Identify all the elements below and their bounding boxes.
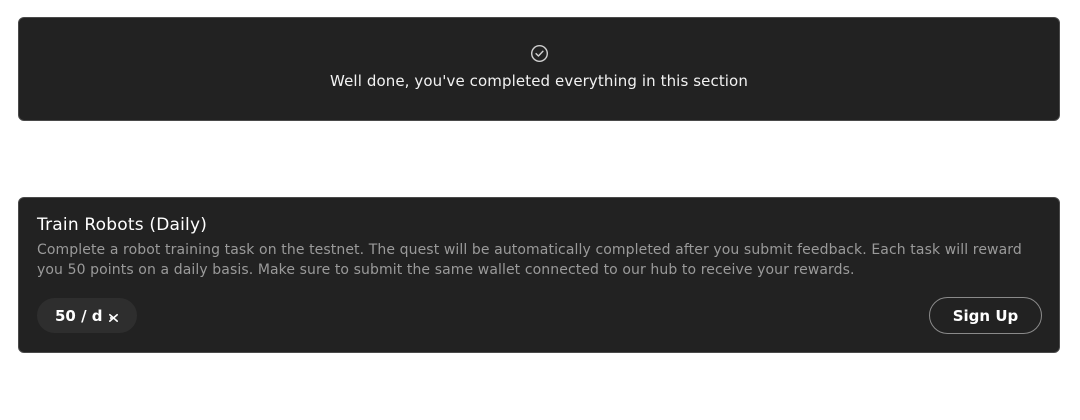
- quest-card: Train Robots (Daily) Complete a robot tr…: [18, 197, 1060, 353]
- points-badge: 50 / d: [37, 298, 137, 333]
- completion-banner: Well done, you've completed everything i…: [18, 17, 1060, 121]
- quest-description: Complete a robot training task on the te…: [37, 242, 1022, 278]
- completion-message: Well done, you've completed everything i…: [330, 72, 748, 90]
- points-label: 50 / d: [55, 306, 103, 325]
- check-circle-icon: [530, 44, 548, 63]
- quest-title: Train Robots (Daily): [37, 215, 208, 235]
- sign-up-button[interactable]: Sign Up: [929, 297, 1042, 334]
- points-token-icon: [108, 313, 118, 322]
